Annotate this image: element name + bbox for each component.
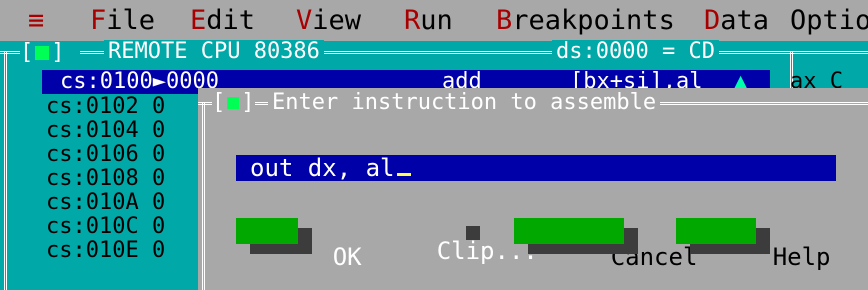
cpu-window-title: REMOTE CPU 80386 <box>104 40 324 64</box>
menu-data-label: ata <box>720 5 770 36</box>
menu-breakpoints-label: reakpoints <box>512 5 675 36</box>
ok-button-shadow-right <box>298 228 312 254</box>
menu-view[interactable]: View <box>296 0 361 41</box>
disasm-address: cs:0100►0000 <box>60 69 219 94</box>
menu-file-label: ile <box>106 5 156 36</box>
system-menu-icon[interactable]: ≡ <box>28 0 44 41</box>
text-cursor <box>396 173 411 176</box>
help-button[interactable]: Help <box>676 218 831 270</box>
help-button-shadow-right <box>756 228 770 254</box>
assemble-dialog: [] Enter instruction to assemble out dx,… <box>198 88 868 290</box>
menu-run-hotkey: R <box>404 5 421 36</box>
menu-data-hotkey: D <box>704 5 721 36</box>
close-icon <box>35 46 50 60</box>
menu-run-label: un <box>420 5 453 36</box>
cancel-button-shadow-right <box>624 228 638 254</box>
disasm-row[interactable]: cs:010A 0 <box>46 191 165 215</box>
menu-breakpoints[interactable]: Breakpoints <box>496 0 675 41</box>
menu-bar: ≡ File Edit View Run Breakpoints Data Op… <box>0 0 868 41</box>
disasm-row[interactable]: cs:0104 0 <box>46 119 165 143</box>
disasm-row[interactable]: cs:010C 0 <box>46 215 165 239</box>
clip-button-shadow <box>466 226 480 240</box>
ok-button[interactable]: OK <box>236 218 362 270</box>
cpu-window-left-border <box>4 51 7 290</box>
clip-button[interactable]: Clip... <box>340 212 538 264</box>
dialog-close-control[interactable]: [] <box>212 90 255 116</box>
dialog-left-border <box>202 102 205 290</box>
menu-run[interactable]: Run <box>404 0 453 41</box>
disasm-row[interactable]: cs:0102 0 <box>46 95 165 119</box>
cpu-window-ds-info: ds:0000 = CD <box>552 40 719 64</box>
help-button-label: Help <box>772 243 831 271</box>
cpu-window-close-control[interactable]: [] <box>20 41 80 65</box>
disasm-row[interactable]: cs:010E 0 <box>46 239 165 263</box>
menu-edit[interactable]: Edit <box>190 0 255 41</box>
menu-options-label: Option <box>790 5 868 36</box>
menu-edit-hotkey: E <box>190 5 207 36</box>
turbo-debugger-screen: ≡ File Edit View Run Breakpoints Data Op… <box>0 0 868 290</box>
menu-view-hotkey: V <box>296 5 313 36</box>
menu-file[interactable]: File <box>90 0 155 41</box>
cancel-button[interactable]: Cancel <box>514 218 697 270</box>
menu-data[interactable]: Data <box>704 0 769 41</box>
cancel-button-shadow <box>528 244 638 254</box>
menu-file-hotkey: F <box>90 5 107 36</box>
instruction-input[interactable]: out dx, al <box>236 155 836 181</box>
disasm-row[interactable]: cs:0108 0 <box>46 167 165 191</box>
dialog-title: Enter instruction to assemble <box>268 90 661 116</box>
menu-view-label: iew <box>312 5 362 36</box>
menu-options[interactable]: Option <box>790 0 868 41</box>
instruction-input-value: out dx, al <box>250 154 395 182</box>
disasm-row[interactable]: cs:0106 0 <box>46 143 165 167</box>
menu-edit-label: dit <box>206 5 256 36</box>
menu-breakpoints-hotkey: B <box>496 5 513 36</box>
close-icon <box>227 97 240 109</box>
